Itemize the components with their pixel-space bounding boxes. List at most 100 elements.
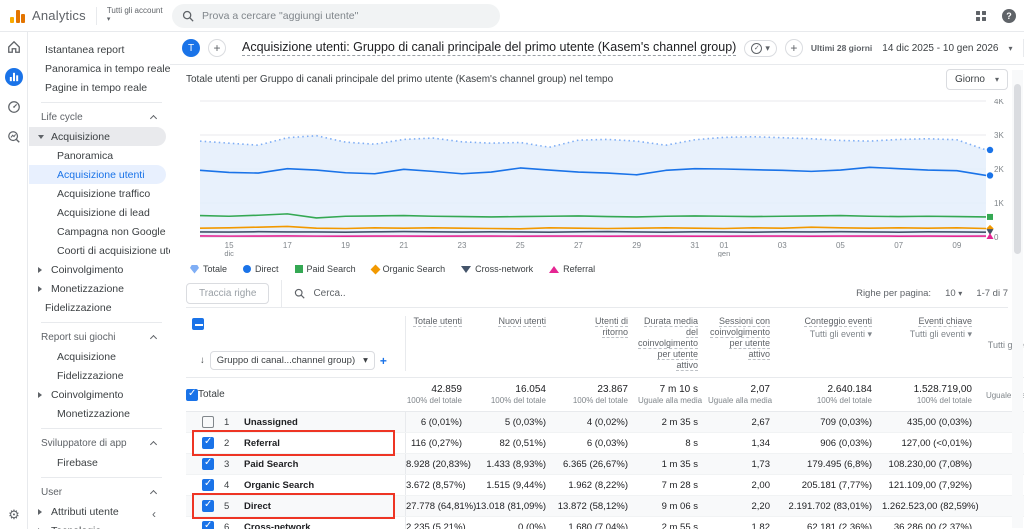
x-axis-tick: 07 (894, 241, 903, 250)
date-range-value[interactable]: 14 dic 2025 - 10 gen 2026 (882, 43, 998, 54)
legend-item-organic-search[interactable]: Organic Search (370, 264, 445, 274)
row-checkbox[interactable] (202, 478, 214, 491)
legend-item-totale[interactable]: Totale (190, 264, 227, 274)
legend-item-paid-search[interactable]: Paid Search (294, 264, 356, 274)
dimension-dropdown[interactable]: Gruppo di canal...channel group) ▾ (209, 351, 375, 370)
home-icon[interactable] (0, 32, 28, 62)
sidebar-item-monetizzazione[interactable]: Monetizzazione (29, 279, 166, 298)
total-row-label-cell: Totale (186, 378, 406, 411)
plot-rows-button[interactable]: Traccia righe (186, 283, 270, 304)
x-axis-tick-month: dic (224, 249, 234, 257)
sidebar-item-panoramica-in-tempo-reale[interactable]: Panoramica in tempo reale (29, 59, 170, 78)
account-switcher[interactable]: Tutti gli account ▾ (107, 7, 163, 24)
table-row-organic-search[interactable]: 4 Organic Search 3.672 (8,57%) 1.515 (9,44%… (186, 475, 1024, 496)
sidebar-item-fidelizzazione[interactable]: Fidelizzazione (29, 298, 166, 317)
metric-cell: 2 m 55 s (661, 521, 698, 529)
row-checkbox[interactable] (202, 520, 214, 529)
sidebar-item-acquisizione[interactable]: Acquisizione (29, 127, 166, 146)
search-input[interactable]: Prova a cercare "aggiungi utente" (172, 4, 500, 28)
sidebar-item-acquisizione[interactable]: Acquisizione (29, 347, 166, 366)
row-checkbox[interactable] (202, 499, 214, 512)
rows-per-page-label: Righe per pagina: (856, 288, 932, 299)
column-header-0[interactable]: Totale utenti (406, 316, 472, 371)
granularity-select[interactable]: Giorno ▾ (945, 69, 1008, 90)
apps-grid-icon[interactable] (976, 11, 986, 21)
column-header-2[interactable]: Utenti di ritorno (556, 316, 638, 371)
sidebar-item-label: Monetizzazione (57, 407, 130, 420)
sidebar-section-user[interactable]: User (29, 483, 170, 502)
add-comparison-button[interactable]: + (208, 39, 226, 57)
add-dimension-button[interactable]: + (380, 354, 387, 368)
sidebar-item-acquisizione-di-lead[interactable]: Acquisizione di lead (29, 203, 166, 222)
sort-descending-icon[interactable]: ↓ (200, 355, 205, 366)
sidebar-section-life-cycle[interactable]: Life cycle (29, 108, 170, 127)
column-header-3[interactable]: Durata media del coinvolgimento per utente … (638, 316, 708, 371)
sidebar-section-report-sui-giochi[interactable]: Report sui giochi (29, 328, 170, 347)
sidebar-item-tecnologia[interactable]: Tecnologia (29, 521, 166, 529)
channel-name: Direct (244, 500, 271, 512)
sidebar-item-fidelizzazione[interactable]: Fidelizzazione (29, 366, 166, 385)
chevron-up-icon (149, 489, 158, 498)
sidebar-section-sviluppatore-di-app[interactable]: Sviluppatore di app (29, 434, 170, 453)
table-search-input[interactable]: Cerca.. (294, 288, 346, 299)
row-checkbox[interactable] (202, 436, 214, 449)
x-axis-tick: 29 (632, 241, 641, 250)
sidebar-item-coorti-di-acquisizione-utenti[interactable]: Coorti di acquisizione utenti (29, 241, 170, 260)
column-subfilter[interactable]: Tutti gli eventi ▾ (780, 329, 872, 340)
chevron-down-icon: ▾ (363, 355, 368, 366)
vertical-scrollbar[interactable] (1012, 70, 1023, 528)
legend-item-direct[interactable]: Direct (243, 264, 279, 274)
total-metric-subtext: 100% del totale (816, 396, 872, 405)
help-icon[interactable]: ? (1002, 9, 1016, 23)
sidebar-item-coinvolgimento[interactable]: Coinvolgimento (29, 260, 166, 279)
sidebar-item-pagine-in-tempo-reale[interactable]: Pagine in tempo reale (29, 78, 166, 97)
table-row-referral[interactable]: 2 Referral 116 (0,27%) 82 (0,51%) 6 (0,03%) 8… (186, 430, 1024, 456)
row-checkbox[interactable] (202, 416, 214, 428)
report-status-pill[interactable]: ✓ ▾ (744, 39, 777, 57)
metric-cell: 1,34 (751, 437, 771, 449)
row-checkbox[interactable] (186, 388, 198, 401)
advertising-icon[interactable] (0, 122, 28, 152)
table-row-cross-network[interactable]: 6 Cross-network 2.235 (5,21%) 0 (0%) 1.680 (… (186, 517, 1024, 529)
table-row-paid-search[interactable]: 3 Paid Search 8.928 (20,83%) 1.433 (8,93%) 6… (186, 454, 1024, 475)
explore-icon[interactable] (0, 92, 28, 122)
sidebar-section-label: Life cycle (41, 112, 83, 123)
column-header-4[interactable]: Sessioni con coinvolgimento per utente att… (708, 316, 780, 371)
sidebar-item-acquisizione-traffico[interactable]: Acquisizione traffico (29, 184, 166, 203)
table-row-unassigned[interactable]: 1 Unassigned 6 (0,01%) 5 (0,03%) 4 (0,02%) 2 … (186, 412, 1024, 433)
sidebar-section-label: Sviluppatore di app (41, 438, 127, 449)
column-header-label: Utenti di (594, 316, 628, 327)
sidebar-item-attributi-utente[interactable]: Attributi utente (29, 502, 166, 521)
sidebar-item-coinvolgimento[interactable]: Coinvolgimento (29, 385, 166, 404)
sidebar-item-monetizzazione[interactable]: Monetizzazione (29, 404, 166, 423)
metric-cell: 709 (0,03%) (820, 416, 872, 428)
total-metric-value: 42.859 (431, 384, 462, 395)
sidebar-item-acquisizione-utenti[interactable]: Acquisizione utenti (29, 165, 166, 184)
sidebar-item-firebase[interactable]: Firebase (29, 453, 166, 472)
scrollbar-thumb[interactable] (1014, 84, 1021, 254)
x-axis-tick: 23 (458, 241, 467, 250)
total-metric-cell: 1.528.719,00 100% del totale (882, 384, 982, 405)
total-metric-cell: 2.640.184 100% del totale (780, 384, 882, 405)
legend-item-referral[interactable]: Referral (549, 264, 595, 274)
page-title[interactable]: Acquisizione utenti: Gruppo di canali pr… (242, 40, 737, 56)
add-button[interactable]: + (784, 39, 803, 57)
channel-name: Referral (244, 437, 280, 449)
column-header-1[interactable]: Nuovi utenti (472, 316, 556, 371)
admin-gear-icon[interactable]: ⚙ (0, 507, 28, 523)
avatar[interactable]: T (182, 39, 200, 57)
x-axis-tick: 21 (399, 241, 408, 250)
table-row-direct[interactable]: 5 Direct 27.778 (64,81%)13.018 (81,09%) 13.… (186, 493, 1024, 519)
sidebar-item-panoramica[interactable]: Panoramica (29, 146, 166, 165)
row-checkbox[interactable] (202, 457, 214, 470)
column-header-5[interactable]: Conteggio eventi Tutti gli eventi ▾ (780, 316, 882, 371)
sidebar-item-istantanea-report[interactable]: Istantanea report (29, 40, 166, 59)
rows-per-page-select[interactable]: 10 ▾ (945, 288, 962, 299)
select-all-checkbox[interactable] (192, 318, 204, 330)
reports-icon[interactable] (0, 62, 28, 92)
legend-item-cross-network[interactable]: Cross-network (461, 264, 533, 274)
column-subfilter[interactable]: Tutti gli eventi ▾ (882, 329, 972, 340)
column-header-6[interactable]: Eventi chiave Tutti gli eventi ▾ (882, 316, 982, 371)
sidebar-item-campagna-non-google[interactable]: Campagna non Google (29, 222, 166, 241)
x-axis-tick: 09 (952, 241, 961, 250)
